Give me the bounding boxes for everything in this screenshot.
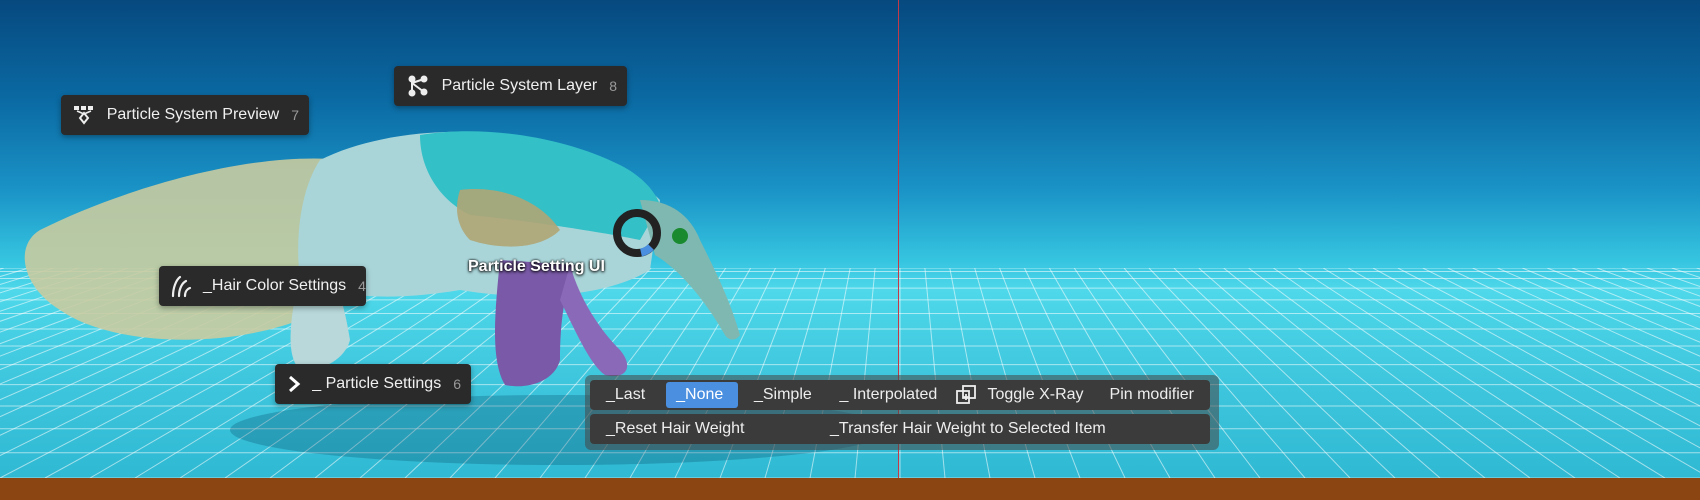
toggle-xray-button[interactable]: Toggle X-Ray: [949, 382, 1093, 408]
pie-item-hotkey: 8: [609, 78, 617, 94]
toolbar-row-display-mode: _Last _None _Simple _ Interpolated Toggl…: [590, 380, 1210, 410]
toolbar-row-hair-weight: _Reset Hair Weight _Transfer Hair Weight…: [590, 414, 1210, 444]
pie-item-label: _Hair Color Settings: [203, 277, 347, 294]
pie-item-hotkey: 4: [358, 278, 366, 294]
hair-strands-icon: [169, 274, 193, 298]
chevron-right-icon: [285, 372, 302, 396]
node-graph-icon: [404, 74, 432, 98]
xray-icon: [956, 385, 977, 404]
pie-item-label: Particle System Preview: [106, 106, 280, 123]
pie-item-particle-system-preview[interactable]: Particle System Preview 7: [61, 95, 309, 135]
pie-item-hotkey: 7: [291, 107, 299, 123]
pie-item-particle-settings[interactable]: _ Particle Settings 6: [275, 364, 471, 404]
pie-menu-center-ring: [613, 209, 661, 257]
none-button[interactable]: _None: [666, 382, 738, 408]
last-button[interactable]: _Last: [596, 382, 660, 408]
pie-item-label: _ Particle Settings: [312, 375, 442, 392]
reset-hair-weight-button[interactable]: _Reset Hair Weight: [596, 416, 814, 442]
toggle-xray-label: Toggle X-Ray: [987, 386, 1084, 403]
pie-item-hair-color-settings[interactable]: _Hair Color Settings 4: [159, 266, 366, 306]
transfer-hair-weight-button[interactable]: _Transfer Hair Weight to Selected Item: [820, 416, 1116, 442]
pin-modifier-button[interactable]: Pin modifier: [1100, 382, 1204, 408]
interpolated-button[interactable]: _ Interpolated: [829, 382, 943, 408]
pie-item-particle-system-layer[interactable]: Particle System Layer 8: [394, 66, 627, 106]
pie-item-hotkey: 6: [453, 376, 461, 392]
particle-preview-icon: [71, 103, 97, 127]
simple-button[interactable]: _Simple: [744, 382, 824, 408]
pie-menu-title: Particle Setting UI: [468, 258, 605, 275]
pie-item-label: Particle System Layer: [441, 77, 598, 94]
